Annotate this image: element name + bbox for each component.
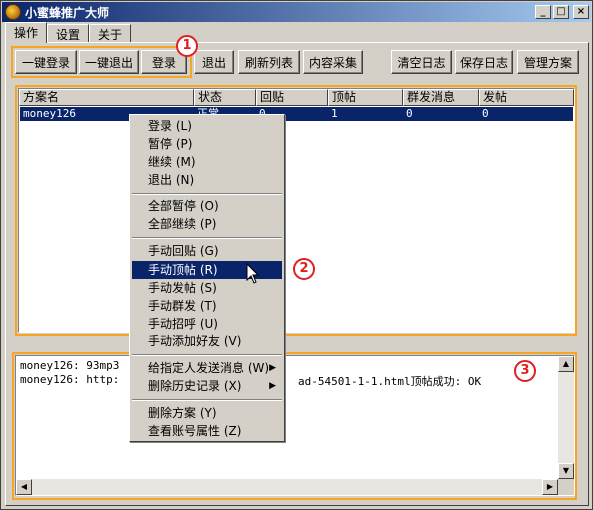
submenu-arrow-icon: ▶ [269,381,276,391]
menu-item-label: 删除历史记录 [148,379,221,393]
main-window: 小蜜蜂推广大师 _ □ × 操作 设置 关于 一键登录 一键退出 登录 退出 刷… [0,0,593,510]
refresh-list-button[interactable]: 刷新列表 [238,50,300,74]
title-bar[interactable]: 小蜜蜂推广大师 _ □ × [2,2,591,22]
menu-item-shortcut: (L) [175,119,192,133]
column-bumps[interactable]: 顶帖 [328,89,403,106]
close-button[interactable]: × [573,5,589,19]
scroll-left-icon[interactable]: ◀ [16,479,32,495]
cell-posts: 0 [482,107,489,120]
menu-item-login[interactable]: 登录 (L) [132,117,282,135]
horizontal-scrollbar[interactable]: ◀ ▶ [16,479,558,495]
vertical-scrollbar[interactable]: ▲ ▼ [558,356,574,479]
context-menu: 登录 (L) 暂停 (P) 继续 (M) 退出 (N) 全部暂停 (O) 全部继… [129,114,285,442]
logout-button[interactable]: 退出 [194,50,234,74]
tab-about[interactable]: 关于 [89,24,132,43]
column-status[interactable]: 状态 [194,89,256,106]
save-log-button[interactable]: 保存日志 [455,50,513,74]
annotation-marker-1: 1 [176,35,198,57]
menu-separator [132,399,282,401]
table-row[interactable]: money126 正常 0 1 0 0 [20,107,573,121]
menu-item-view-account[interactable]: 查看账号属性 (Z) [132,422,282,440]
menu-item-label: 登录 [148,119,173,133]
menu-item-shortcut: (V) [223,334,242,348]
annotation-marker-3: 3 [514,360,536,382]
menu-item-send-to-user[interactable]: 给指定人发送消息 (W) ▶ [132,359,282,377]
menu-item-shortcut: (G) [199,244,219,258]
log-textarea[interactable]: money126: 93mp3 money126: http: ad-54501… [15,355,575,496]
menu-item-label: 全部暂停 [148,199,197,213]
scrollbar-corner [558,479,574,495]
scroll-right-icon[interactable]: ▶ [542,479,558,495]
menu-item-delete-history[interactable]: 删除历史记录 (X) ▶ [132,377,282,395]
menu-item-delete-scheme[interactable]: 删除方案 (Y) [132,404,282,422]
menu-item-label: 手动添加好友 [148,334,221,348]
menu-item-shortcut: (Y) [199,406,217,420]
log-line-tail: ad-54501-1-1.html顶帖成功: OK [298,375,482,388]
bee-app-icon [5,4,21,20]
log-line: money126: 93mp3 [20,359,120,372]
column-scheme-name[interactable]: 方案名 [19,89,194,106]
highlight-box-1 [11,46,192,78]
scheme-list-header: 方案名 状态 回贴 顶帖 群发消息 发帖 [19,89,574,106]
menu-item-pause[interactable]: 暂停 (P) [132,135,282,153]
menu-item-shortcut: (P) [175,137,193,151]
tab-operate[interactable]: 操作 [5,22,48,43]
scroll-down-icon[interactable]: ▼ [558,463,574,479]
mouse-cursor-icon [246,263,260,284]
menu-item-label: 给指定人发送消息 [148,361,245,375]
menu-item-manual-mass-send[interactable]: 手动群发 (T) [132,297,282,315]
tab-settings[interactable]: 设置 [47,24,90,43]
menu-item-label: 退出 [148,173,173,187]
menu-item-shortcut: (O) [199,199,219,213]
menu-item-label: 全部继续 [148,217,197,231]
menu-item-continue[interactable]: 继续 (M) [132,153,282,171]
menu-item-shortcut: (S) [199,281,217,295]
menu-item-label: 删除方案 [148,406,197,420]
menu-item-shortcut: (T) [199,299,217,313]
menu-item-label: 手动回贴 [148,244,197,258]
menu-item-label: 继续 [148,155,173,169]
menu-item-shortcut: (P) [199,217,217,231]
scheme-list[interactable]: 方案名 状态 回贴 顶帖 群发消息 发帖 money126 正常 0 1 0 0 [18,88,575,333]
annotation-marker-2: 2 [293,258,315,280]
menu-item-manual-add-friend[interactable]: 手动添加好友 (V) [132,332,282,350]
menu-item-label: 暂停 [148,137,173,151]
menu-item-shortcut: (M) [175,155,196,169]
menu-item-shortcut: (R) [199,263,218,277]
submenu-arrow-icon: ▶ [269,363,276,373]
menu-item-manual-reply[interactable]: 手动回贴 (G) [132,242,282,260]
menu-item-exit[interactable]: 退出 (N) [132,171,282,189]
menu-item-label: 手动发帖 [148,281,197,295]
menu-item-shortcut: (Z) [223,424,242,438]
cell-mass-messages: 0 [406,107,413,120]
manage-scheme-button[interactable]: 管理方案 [517,50,579,74]
menu-item-label: 手动顶帖 [148,263,197,277]
log-line: money126: http: [20,373,120,386]
menu-separator [132,354,282,356]
clear-log-button[interactable]: 清空日志 [391,50,452,74]
cell-bumps: 1 [331,107,338,120]
menu-item-shortcut: (U) [199,317,218,331]
column-posts[interactable]: 发帖 [479,89,574,106]
menu-item-shortcut: (N) [175,173,195,187]
menu-item-label: 查看账号属性 [148,424,221,438]
content-collect-button[interactable]: 内容采集 [303,50,363,74]
menu-item-continue-all[interactable]: 全部继续 (P) [132,215,282,233]
maximize-button[interactable]: □ [553,5,569,19]
menu-item-pause-all[interactable]: 全部暂停 (O) [132,197,282,215]
menu-item-shortcut: (X) [223,379,242,393]
menu-item-label: 手动招呼 [148,317,197,331]
minimize-button[interactable]: _ [535,5,551,19]
column-replies[interactable]: 回贴 [256,89,328,106]
menu-item-label: 手动群发 [148,299,197,313]
column-mass-messages[interactable]: 群发消息 [403,89,479,106]
scroll-up-icon[interactable]: ▲ [558,356,574,372]
window-title: 小蜜蜂推广大师 [25,5,110,20]
menu-separator [132,193,282,195]
menu-item-shortcut: (W) [247,361,270,375]
menu-item-manual-greet[interactable]: 手动招呼 (U) [132,315,282,333]
menu-separator [132,237,282,239]
tab-strip: 操作 设置 关于 [5,22,132,43]
